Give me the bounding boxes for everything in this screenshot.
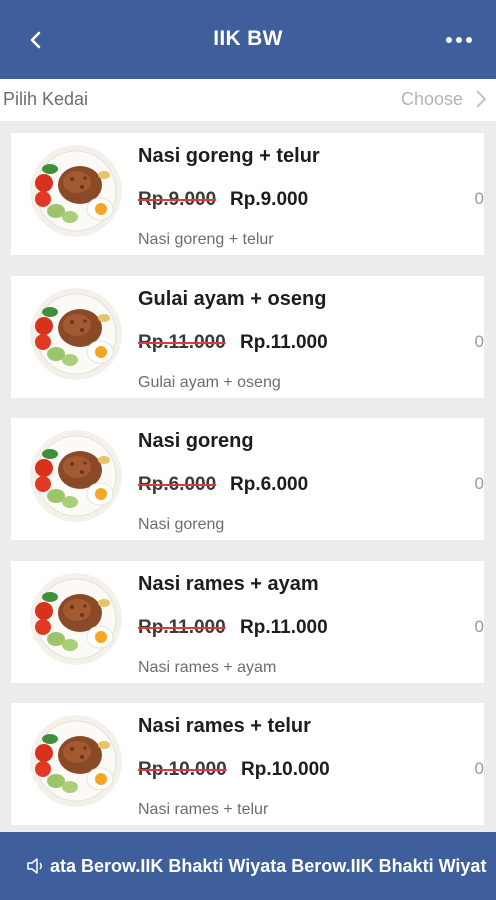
item-description: Nasi goreng + telur [138, 231, 274, 248]
more-horizontal-icon [446, 37, 472, 43]
food-thumbnail [30, 430, 122, 522]
menu-item-card[interactable]: Nasi rames + ayam Rp.11.000 Rp.11.000 Nasi … [11, 560, 484, 683]
quantity-counter[interactable]: 0 [475, 332, 484, 352]
original-price: Rp.9.000 [138, 189, 217, 210]
price: Rp.6.000 [230, 474, 309, 495]
price: Rp.11.000 [240, 616, 328, 638]
menu-item-card[interactable]: Gulai ayam + oseng Rp.11.000 Rp.11.000 Gula… [11, 275, 484, 398]
original-price: Rp.11.000 [138, 616, 226, 638]
item-name: Nasi rames + ayam [138, 572, 319, 595]
more-button[interactable] [444, 30, 474, 50]
original-price: Rp.6.000 [138, 474, 217, 495]
page-title: IIK BW [213, 27, 283, 50]
original-price: Rp.10.000 [138, 759, 227, 780]
food-thumbnail [30, 715, 122, 807]
shop-selector-value: Choose [400, 89, 463, 109]
food-image [30, 430, 122, 522]
menu-item-card[interactable]: Nasi goreng + telur Rp.9.000 Rp.9.000 Nasi … [11, 133, 484, 255]
food-image [30, 715, 122, 807]
item-name: Nasi goreng [138, 430, 254, 452]
quantity-counter[interactable]: 0 [475, 189, 484, 209]
shop-selector[interactable]: Pilih Kedai Choose [0, 79, 496, 121]
app-bar: IIK BW [0, 0, 496, 79]
item-description: Nasi rames + telur [138, 801, 269, 818]
price: Rp.9.000 [230, 189, 309, 210]
food-image [30, 287, 122, 380]
food-image [30, 572, 122, 665]
shop-selector-label: Pilih Kedai [3, 89, 89, 109]
quantity-counter[interactable]: 0 [475, 474, 484, 494]
menu-item-card[interactable]: Nasi goreng Rp.6.000 Rp.6.000 Nasi goreng 0 [11, 418, 484, 540]
food-thumbnail [30, 572, 122, 665]
item-name: Nasi rames + telur [138, 715, 311, 737]
food-image [30, 145, 122, 237]
chevron-right-icon [476, 90, 487, 108]
price: Rp.11.000 [240, 331, 328, 353]
item-description: Gulai ayam + oseng [138, 373, 281, 391]
price: Rp.10.000 [241, 759, 330, 780]
food-thumbnail [30, 287, 122, 380]
quantity-counter[interactable]: 0 [475, 759, 484, 779]
item-name: Gulai ayam + oseng [138, 287, 327, 310]
announcement-bar: ata Berow.IIK Bhakti Wiyata Berow.IIK Bh… [0, 832, 496, 900]
item-description: Nasi goreng [138, 516, 225, 533]
announcement-text: ata Berow.IIK Bhakti Wiyata Berow.IIK Bh… [50, 856, 487, 876]
speaker-icon [27, 858, 42, 874]
food-thumbnail [30, 145, 122, 237]
item-description: Nasi rames + ayam [138, 658, 277, 676]
item-name: Nasi goreng + telur [138, 145, 320, 167]
original-price: Rp.11.000 [138, 331, 226, 353]
quantity-counter[interactable]: 0 [475, 617, 484, 637]
menu-item-card[interactable]: Nasi rames + telur Rp.10.000 Rp.10.000 Nasi… [11, 703, 484, 825]
